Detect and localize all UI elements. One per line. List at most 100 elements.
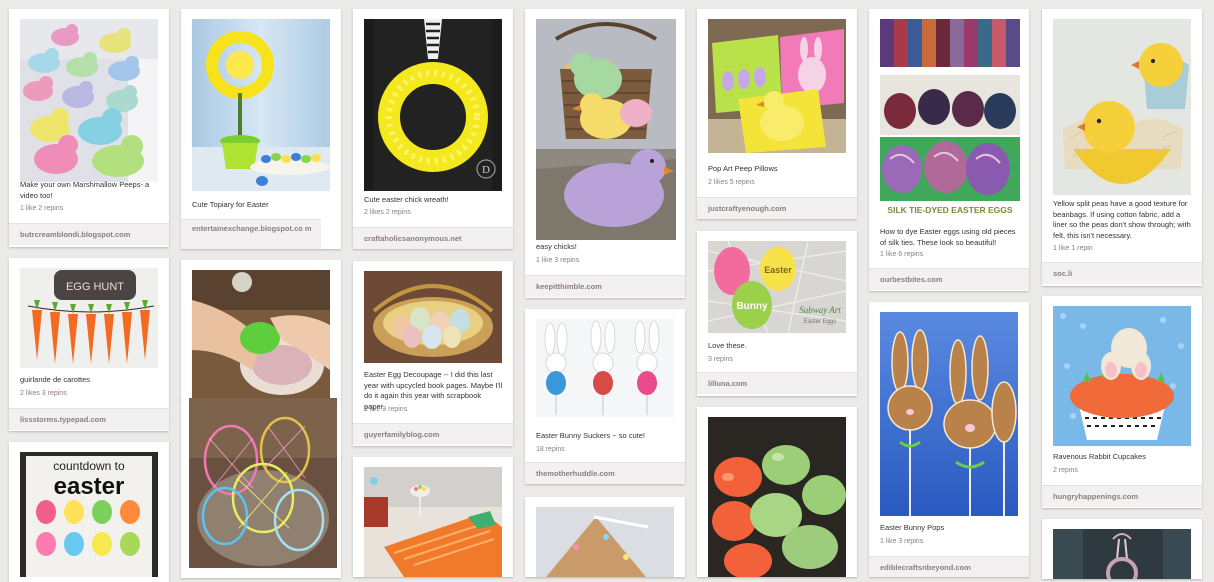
pin-image-decoupage[interactable] <box>364 271 502 363</box>
felt-chick-photo <box>1053 19 1191 195</box>
topiary-photo <box>192 19 330 191</box>
pin-description: Cute easter chick wreath! <box>364 195 449 204</box>
pin-image-countdown[interactable]: countdown to easter <box>20 452 158 577</box>
pin-description: Ravenous Rabbit Cupcakes <box>1053 452 1146 461</box>
egg-dye-photo <box>192 270 330 400</box>
pin-card-wreath-door[interactable] <box>1042 519 1202 579</box>
pin-source-link[interactable]: justcraftyenough.com <box>697 197 857 219</box>
pin-card-topiary[interactable]: Cute Topiary for Easter entertainexchang… <box>181 9 341 249</box>
pin-stats: 1 like 3 repins <box>536 257 580 264</box>
pin-stats: 2 likes 5 repins <box>708 179 755 186</box>
countdown-easter-photo: countdown to easter <box>20 452 158 577</box>
door-wreath-photo <box>1053 529 1191 579</box>
egg-hunt-text: EGG HUNT <box>66 281 124 293</box>
bright-eggs-photo <box>708 417 846 577</box>
svg-text:D: D <box>482 164 490 176</box>
pin-card-split-peas[interactable]: Yellow split peas have a good texture fo… <box>1042 9 1202 286</box>
pin-source-link[interactable]: butrcreamblondi.blogspot.com <box>9 223 169 245</box>
pin-image-wreath[interactable]: D <box>364 19 502 191</box>
pin-stats: 2 likes 2 repins <box>364 209 411 216</box>
pin-stats: 2 repins <box>1053 467 1078 474</box>
pin-description: Make your own Marshmallow Peeps- a video… <box>20 180 150 200</box>
chicks-photo <box>536 19 676 240</box>
pin-card-pillows[interactable]: Pop Art Peep Pillows 2 likes 5 repins ju… <box>697 9 857 219</box>
pin-description: Cute Topiary for Easter <box>192 200 269 209</box>
pin-image-peeps[interactable] <box>20 19 158 182</box>
pin-source-link[interactable]: themotherhuddle.com <box>525 462 685 484</box>
pin-card-glow-eggs[interactable] <box>697 407 857 577</box>
pin-image-bunny-pops[interactable] <box>880 312 1018 516</box>
pin-card-chicks[interactable]: easy chicks! 1 like 3 repins keepitthimb… <box>525 9 685 298</box>
silk-tie-eggs-photo: SILK TIE-DYED EASTER EGGS <box>880 19 1020 217</box>
pin-source-link[interactable]: ediblecraftsnbeyond.com <box>869 556 1029 577</box>
pin-image-carrots[interactable]: EGG HUNT <box>20 268 158 368</box>
pin-card-subway[interactable]: Easter Bunny Subway Art Easter Eggs Love… <box>697 231 857 396</box>
pin-image-string-eggs[interactable] <box>189 398 337 568</box>
pin-description: Pop Art Peep Pillows <box>708 164 778 173</box>
pin-card-gingerbread[interactable] <box>525 497 685 577</box>
pin-source-link[interactable]: craftaholicsanonymous.net <box>353 227 513 249</box>
pin-image-topiary[interactable] <box>192 19 330 191</box>
pin-description: Love these. <box>708 341 747 350</box>
pin-image-suckers[interactable] <box>536 319 674 417</box>
pin-source-link[interactable]: entertainexchange.blogspot.co m <box>181 219 321 249</box>
pin-card-egg-dye[interactable] <box>181 260 341 400</box>
pin-image-pillows[interactable] <box>708 19 846 153</box>
pin-card-bunny-pops[interactable]: Easter Bunny Pops 1 like 3 repins edible… <box>869 302 1029 577</box>
pin-description: Easter Bunny Pops <box>880 523 945 532</box>
pin-image-glow-eggs[interactable] <box>708 417 846 577</box>
pin-source-link[interactable]: soc.li <box>1042 262 1202 284</box>
bunny-suckers-photo <box>536 319 674 417</box>
pin-source-link[interactable]: guyerfamilyblog.com <box>353 423 513 445</box>
pin-card-carrots[interactable]: EGG HUNT guirlande de carottes 2 likes 3… <box>9 258 169 431</box>
pin-image-silk-eggs[interactable]: SILK TIE-DYED EASTER EGGS <box>880 19 1020 217</box>
pin-card-countdown[interactable]: countdown to easter <box>9 442 169 582</box>
pin-image-split-peas[interactable] <box>1053 19 1191 195</box>
pin-source-link[interactable]: hungryhappenings.com <box>1042 485 1202 507</box>
pin-description: guirlande de carottes <box>20 375 91 384</box>
egg-word-bunny: Bunny <box>736 301 768 312</box>
pin-description: easy chicks! <box>536 242 577 251</box>
pin-source-link[interactable]: lilluna.com <box>697 372 857 394</box>
pin-image-cupcakes[interactable] <box>1053 306 1191 446</box>
pin-image-egg-dye[interactable] <box>192 270 330 400</box>
table-runner-photo <box>364 467 502 577</box>
rabbit-cupcake-photo <box>1053 306 1191 446</box>
pin-card-peeps[interactable]: Make your own Marshmallow Peeps- a video… <box>9 9 169 247</box>
egg-word-easter: Easter <box>764 265 792 275</box>
subway-art-subcaption: Easter Eggs <box>804 319 837 325</box>
pin-source-link[interactable]: lissstorms.typepad.com <box>9 408 169 430</box>
pin-card-string-eggs[interactable] <box>181 398 341 578</box>
pin-source-link[interactable]: keepitthimble.com <box>525 275 685 297</box>
pin-image-chicks[interactable] <box>536 19 676 240</box>
pin-source-text: entertainexchange.blogspot.co m <box>192 224 312 233</box>
pin-card-wreath[interactable]: D Cute easter chick wreath! 2 likes 2 re… <box>353 9 513 249</box>
pin-card-decoupage[interactable]: Easter Egg Decoupage -- I did this last … <box>353 261 513 446</box>
pin-stats: 1 like 3 repins <box>364 406 408 413</box>
bunny-pops-photo <box>880 312 1018 516</box>
peeps-photo <box>20 19 158 182</box>
pin-stats: 2 likes 3 repins <box>20 390 67 397</box>
pin-image-gingerbread[interactable] <box>536 507 674 577</box>
pin-stats: 1 like 1 repin <box>1053 245 1093 252</box>
easter-text: easter <box>54 473 125 500</box>
silk-eggs-caption: SILK TIE-DYED EASTER EGGS <box>887 205 1012 215</box>
pin-card-table-runner[interactable] <box>353 457 513 577</box>
pin-image-subway[interactable]: Easter Bunny Subway Art Easter Eggs <box>708 241 846 333</box>
pin-image-wreath-door[interactable] <box>1053 529 1191 579</box>
pin-description: Yellow split peas have a good texture fo… <box>1053 199 1191 240</box>
string-eggs-photo <box>189 398 337 568</box>
pin-image-table-runner[interactable] <box>364 467 502 577</box>
pin-stats: 1 like 3 repins <box>880 538 924 545</box>
pin-description: Easter Bunny Suckers ~ so cute! <box>536 431 646 440</box>
pin-stats: 1 like 6 repins <box>880 251 924 258</box>
pin-stats: 18 repins <box>536 446 565 453</box>
carrot-garland-photo: EGG HUNT <box>20 268 158 368</box>
gingerbread-house-photo <box>536 507 674 577</box>
pin-source-link[interactable]: ourbestbites.com <box>869 268 1029 290</box>
pin-card-silk-eggs[interactable]: SILK TIE-DYED EASTER EGGS How to dye Eas… <box>869 9 1029 291</box>
countdown-text: countdown to <box>53 459 125 473</box>
pin-card-cupcakes[interactable]: Ravenous Rabbit Cupcakes 2 repins hungry… <box>1042 296 1202 508</box>
pin-stats: 3 repins <box>708 356 733 363</box>
pin-card-suckers[interactable]: Easter Bunny Suckers ~ so cute! 18 repin… <box>525 309 685 484</box>
